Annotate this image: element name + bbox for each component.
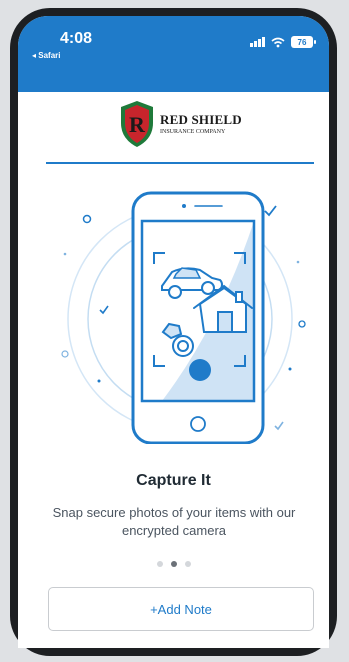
- status-icons: 76: [250, 36, 316, 48]
- page-dot-1[interactable]: [156, 561, 163, 567]
- deco-dot: [63, 252, 67, 256]
- signal-icon: [250, 37, 265, 47]
- logo-letter: R: [129, 112, 146, 137]
- page-dot-2[interactable]: [170, 561, 177, 567]
- battery-icon: 76: [291, 36, 316, 48]
- capture-illustration: [61, 191, 306, 444]
- deco-circle: [61, 350, 69, 358]
- phone-camera: [182, 204, 186, 208]
- onboarding-title: Capture It: [136, 472, 211, 489]
- deco-check: [274, 421, 284, 431]
- deco-dot: [97, 379, 101, 383]
- logo-name: RED SHIELD: [160, 112, 242, 127]
- deco-check: [99, 305, 109, 315]
- deco-dot: [296, 260, 300, 264]
- logo-text: RED SHIELD INSURANCE COMPANY: [160, 112, 242, 135]
- add-note-button[interactable]: +Add Note: [48, 587, 314, 631]
- deco-circle: [82, 214, 92, 224]
- company-logo: R RED SHIELD INSURANCE COMPANY: [118, 93, 248, 153]
- wifi-icon: [271, 37, 285, 47]
- page-dot-3[interactable]: [184, 561, 191, 567]
- deco-check: [264, 205, 277, 217]
- logo-subtitle: INSURANCE COMPANY: [160, 129, 226, 135]
- deco-circle: [298, 320, 306, 328]
- shutter-icon[interactable]: [189, 359, 211, 381]
- status-bar: 4:08 ◂ Safari 76: [18, 16, 329, 92]
- onboarding-description: Snap secure photos of your items with ou…: [52, 505, 296, 538]
- deco-dot: [288, 367, 292, 371]
- app-screen: 4:08 ◂ Safari 76 R RED SHIELD INSURANCE …: [18, 16, 329, 648]
- back-to-safari-link[interactable]: ◂ Safari: [32, 51, 60, 60]
- status-time: 4:08: [60, 30, 93, 47]
- page-indicator: [18, 561, 329, 567]
- logo-divider: [46, 162, 314, 164]
- shield-icon: R: [121, 101, 153, 147]
